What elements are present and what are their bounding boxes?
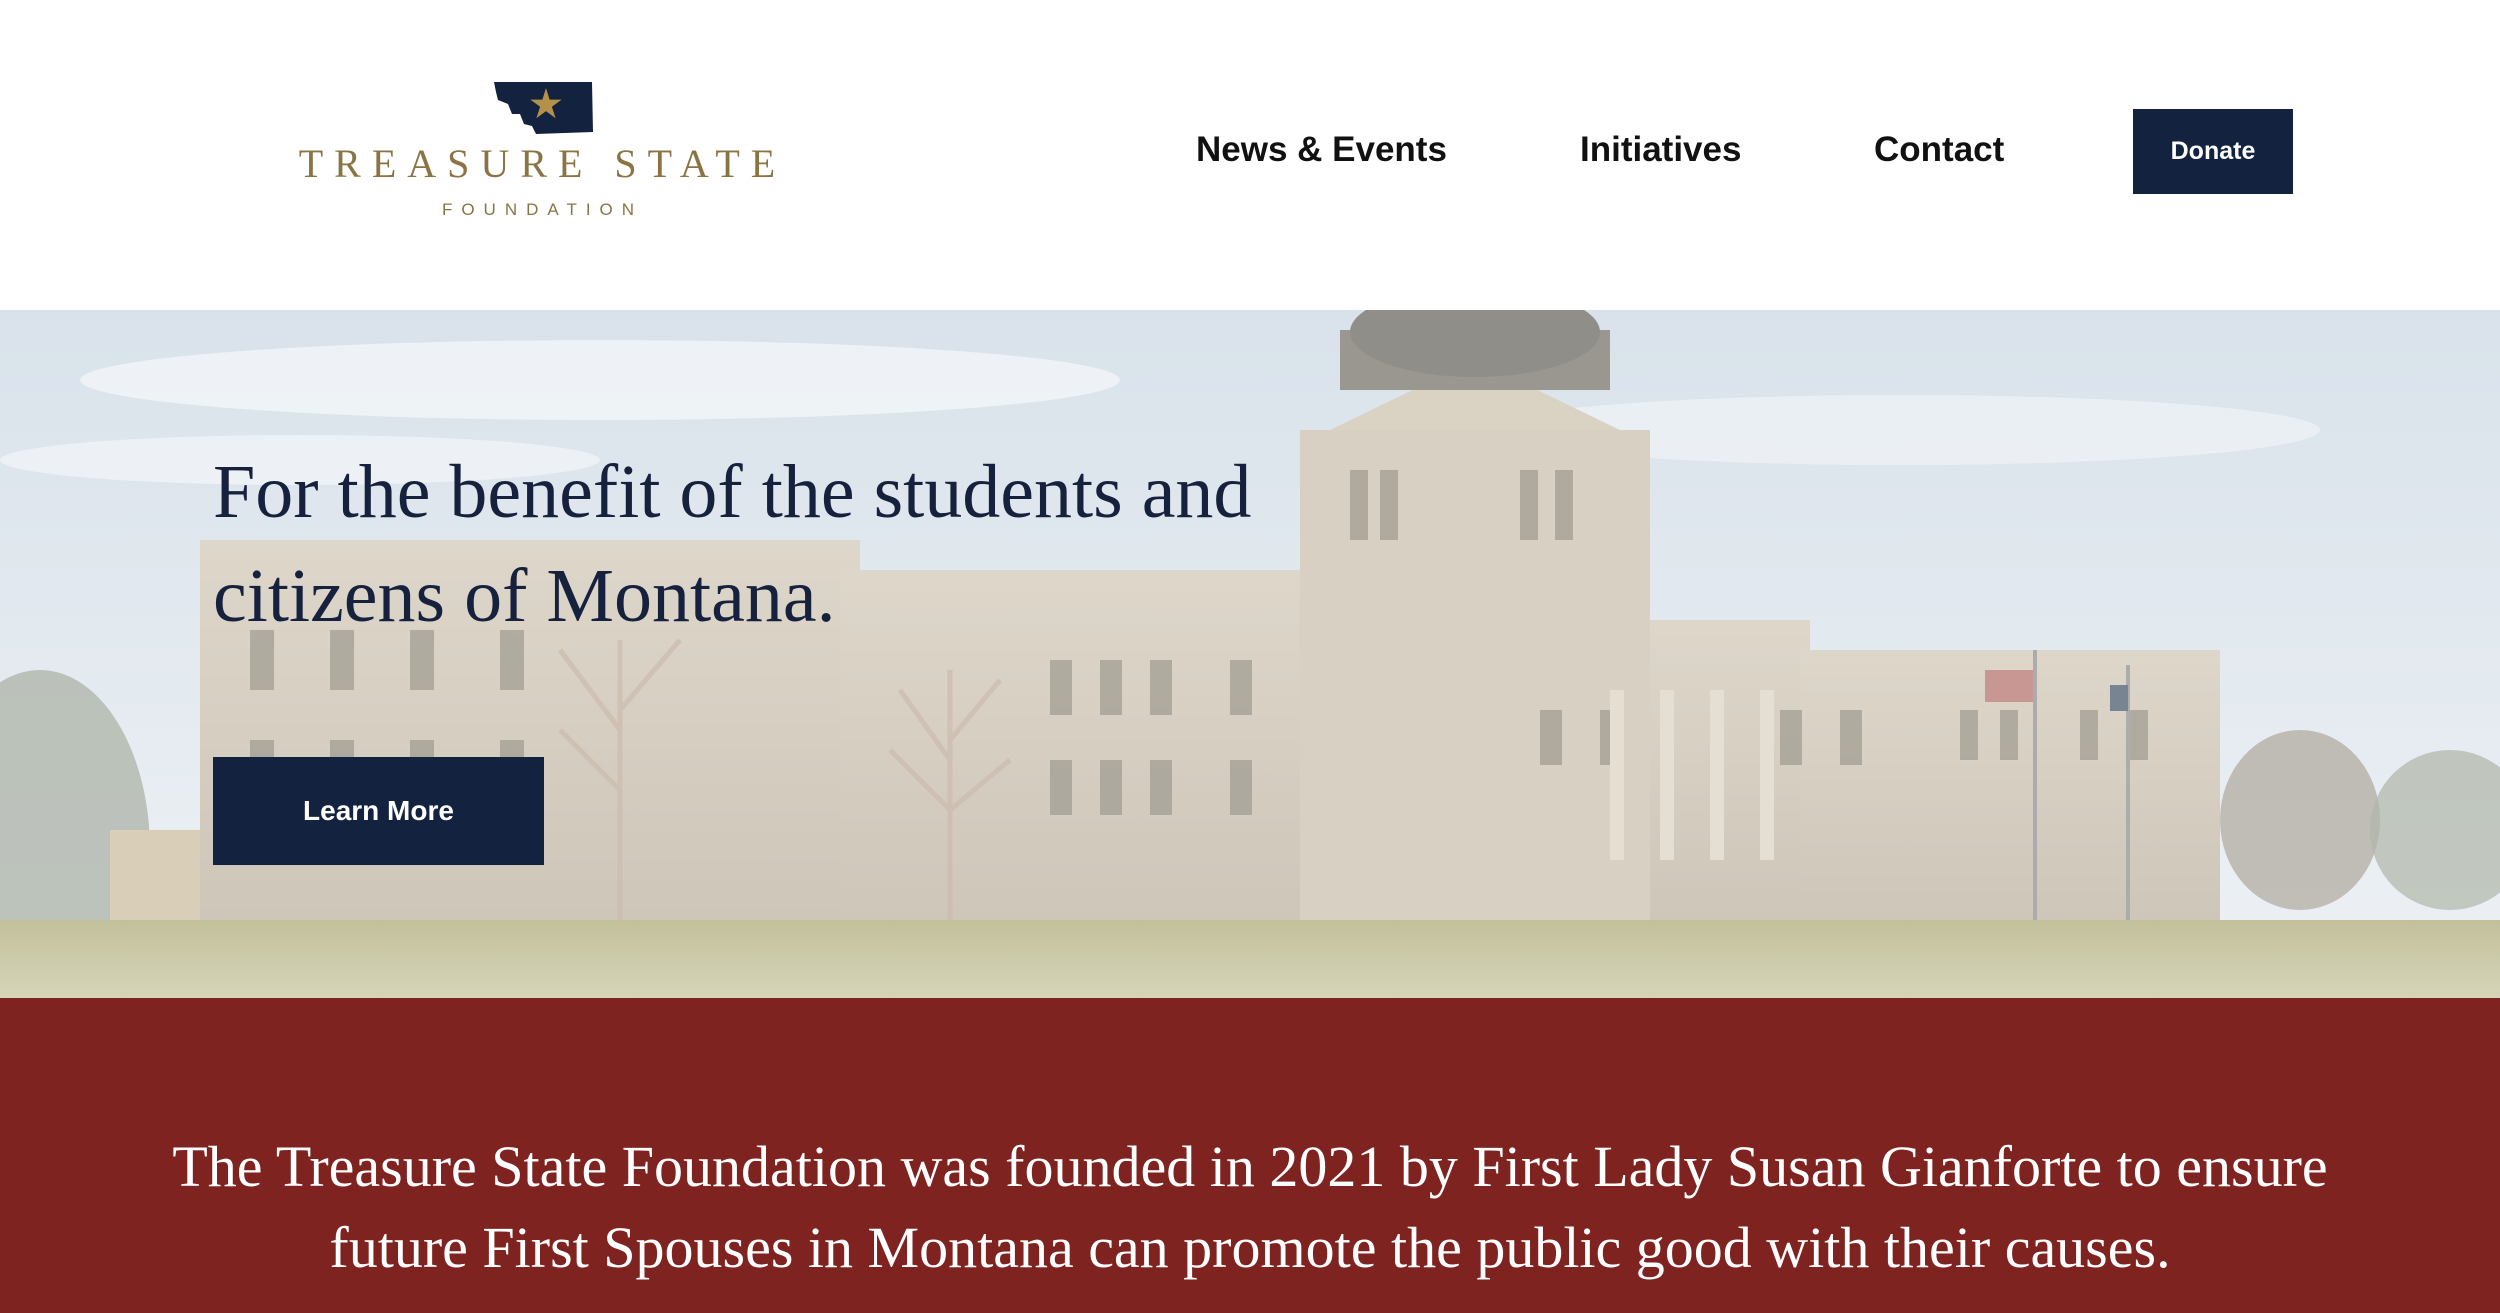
nav-contact[interactable]: Contact [1874, 130, 2004, 170]
nav-initiatives[interactable]: Initiatives [1580, 130, 1741, 170]
nav-news-events[interactable]: News & Events [1196, 130, 1447, 170]
logo-subtitle: FOUNDATION [441, 200, 644, 219]
site-header: TREASURE STATE FOUNDATION News & Events … [0, 0, 2500, 310]
hero-heading: For the benefit of the students and citi… [213, 450, 1252, 638]
hero-overlay [0, 310, 2500, 998]
donate-button[interactable]: Donate [2133, 109, 2293, 194]
learn-more-button[interactable]: Learn More [213, 757, 544, 865]
mission-section: The Treasure State Foundation was founde… [0, 998, 2500, 1313]
page: TREASURE STATE FOUNDATION News & Events … [0, 0, 2500, 1313]
main-nav: News & Events Initiatives Contact [0, 120, 2500, 180]
hero-section: For the benefit of the students and citi… [0, 310, 2500, 998]
mission-statement: The Treasure State Foundation was founde… [172, 1134, 2328, 1280]
